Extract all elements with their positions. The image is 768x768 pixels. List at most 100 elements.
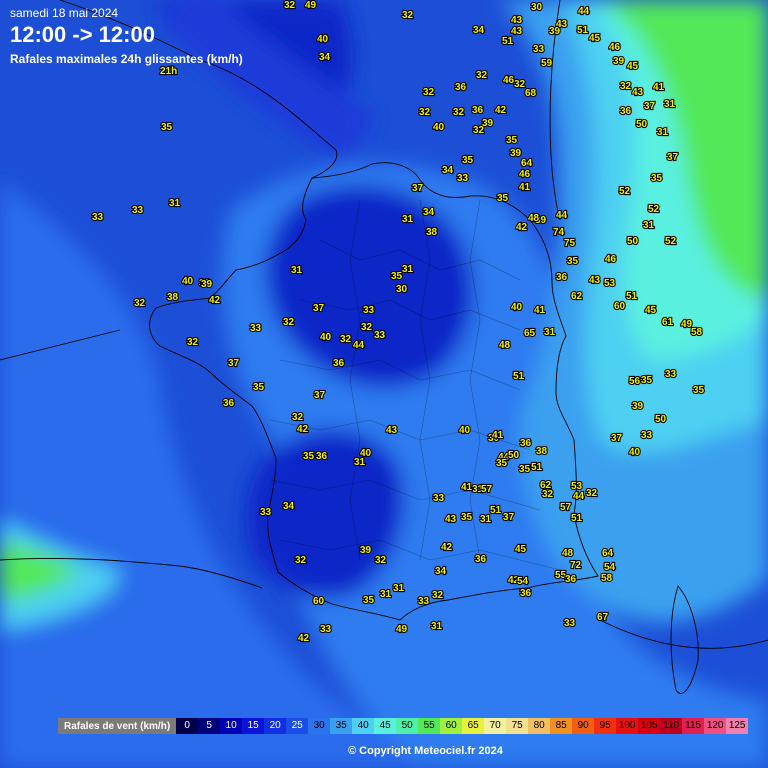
station-gust-value: 42 xyxy=(209,295,221,306)
station-gust-value: 48 xyxy=(562,548,574,559)
station-gust-value: 72 xyxy=(570,560,582,571)
station-gust-value: 32 xyxy=(134,298,146,309)
station-gust-value: 33 xyxy=(457,173,469,184)
legend-swatch: 5 xyxy=(198,718,221,734)
station-gust-value: 36 xyxy=(316,451,328,462)
station-gust-value: 21h xyxy=(160,66,177,77)
station-gust-value: 32 xyxy=(295,555,307,566)
station-gust-value: 42 xyxy=(516,222,528,233)
station-gust-value: 36 xyxy=(565,574,577,585)
station-gust-value: 32 xyxy=(432,590,444,601)
station-gust-value: 51 xyxy=(513,371,525,382)
legend-swatch: 50 xyxy=(396,718,419,734)
station-gust-value: 32 xyxy=(283,317,295,328)
station-gust-value: 32 xyxy=(620,81,632,92)
station-gust-value: 32 xyxy=(586,488,598,499)
station-gust-value: 67 xyxy=(597,612,609,623)
station-gust-value: 33 xyxy=(564,618,576,629)
station-gust-value: 52 xyxy=(665,236,677,247)
station-gust-value: 41 xyxy=(653,82,665,93)
station-gust-value: 31 xyxy=(169,198,181,209)
station-gust-value: 32 xyxy=(423,87,435,98)
color-legend: Rafales de vent (km/h) 0 5 10 15 20 25 30 35 40 4… xyxy=(58,718,749,734)
station-gust-value: 75 xyxy=(564,238,576,249)
station-gust-value: 35 xyxy=(461,512,473,523)
station-gust-value: 35 xyxy=(693,385,705,396)
station-gust-value: 60 xyxy=(313,596,325,607)
copyright-text: © Copyright Meteociel.fr 2024 xyxy=(348,745,503,757)
station-gust-value: 31 xyxy=(544,327,556,338)
station-gust-value: 44 xyxy=(353,340,365,351)
station-gust-value: 39 xyxy=(613,56,625,67)
station-gust-value: 34 xyxy=(435,566,447,577)
legend-swatch: 35 xyxy=(330,718,353,734)
station-gust-value: 31 xyxy=(380,589,392,600)
station-gust-value: 46 xyxy=(609,42,621,53)
station-gust-value: 46 xyxy=(519,169,531,180)
legend-swatch: 110 xyxy=(660,718,683,734)
station-gust-value: 32 xyxy=(340,334,352,345)
station-gust-value: 36 xyxy=(520,588,532,599)
legend-swatch: 20 xyxy=(264,718,287,734)
station-gust-value: 54 xyxy=(517,576,529,587)
legend-swatch: 0 xyxy=(176,718,199,734)
station-gust-value: 37 xyxy=(313,303,325,314)
station-gust-value: 43 xyxy=(589,275,601,286)
station-gust-value: 43 xyxy=(511,15,523,26)
station-gust-value: 35 xyxy=(506,135,518,146)
station-gust-value: 61 xyxy=(662,317,674,328)
station-gust-value: 49 xyxy=(396,624,408,635)
legend-swatch: 30 xyxy=(308,718,331,734)
station-gust-value: 44 xyxy=(578,6,590,17)
station-gust-value: 52 xyxy=(619,186,631,197)
station-gust-value: 68 xyxy=(525,88,537,99)
station-gust-value: 31 xyxy=(393,583,405,594)
station-gust-value: 34 xyxy=(283,501,295,512)
station-gust-value: 30 xyxy=(531,2,543,13)
station-gust-value: 52 xyxy=(648,204,660,215)
station-gust-value: 37 xyxy=(611,433,623,444)
legend-swatch: 45 xyxy=(374,718,397,734)
gust-contour-field xyxy=(0,0,768,768)
station-gust-value: 32 xyxy=(187,337,199,348)
station-gust-value: 33 xyxy=(374,330,386,341)
station-gust-value: 36 xyxy=(620,106,632,117)
station-gust-value: 35 xyxy=(391,271,403,282)
station-gust-value: 42 xyxy=(441,542,453,553)
legend-title: Rafales de vent (km/h) xyxy=(58,718,177,734)
station-gust-value: 49 xyxy=(305,0,317,11)
station-gust-value: 39 xyxy=(632,401,644,412)
station-gust-value: 36 xyxy=(475,554,487,565)
station-gust-value: 41 xyxy=(519,182,531,193)
station-gust-value: 54 xyxy=(604,562,616,573)
station-gust-value: 53 xyxy=(604,278,616,289)
station-gust-value: 37 xyxy=(644,101,656,112)
station-gust-value: 64 xyxy=(602,548,614,559)
station-gust-value: 41 xyxy=(492,430,504,441)
station-gust-value: 36 xyxy=(455,82,467,93)
station-gust-value: 37 xyxy=(314,390,326,401)
station-gust-value: 51 xyxy=(531,462,543,473)
station-gust-value: 50 xyxy=(636,119,648,130)
station-gust-value: 38 xyxy=(426,227,438,238)
station-gust-value: 31 xyxy=(664,99,676,110)
station-gust-value: 42 xyxy=(298,633,310,644)
station-gust-value: 60 xyxy=(614,301,626,312)
station-gust-value: 33 xyxy=(320,624,332,635)
legend-swatch: 75 xyxy=(506,718,529,734)
station-gust-value: 51 xyxy=(490,505,502,516)
station-gust-value: 31 xyxy=(354,457,366,468)
station-gust-value: 31 xyxy=(643,220,655,231)
station-gust-value: 33 xyxy=(92,212,104,223)
station-gust-value: 74 xyxy=(553,227,565,238)
station-gust-value: 48 xyxy=(528,213,540,224)
map-date: samedi 18 mai 2024 xyxy=(10,6,119,20)
station-gust-value: 50 xyxy=(655,414,667,425)
station-gust-value: 35 xyxy=(161,122,173,133)
station-gust-value: 31 xyxy=(402,214,414,225)
station-gust-value: 39 xyxy=(360,545,372,556)
station-gust-value: 62 xyxy=(571,291,583,302)
station-gust-value: 32 xyxy=(375,555,387,566)
station-gust-value: 39 xyxy=(510,148,522,159)
legend-swatch: 85 xyxy=(550,718,573,734)
